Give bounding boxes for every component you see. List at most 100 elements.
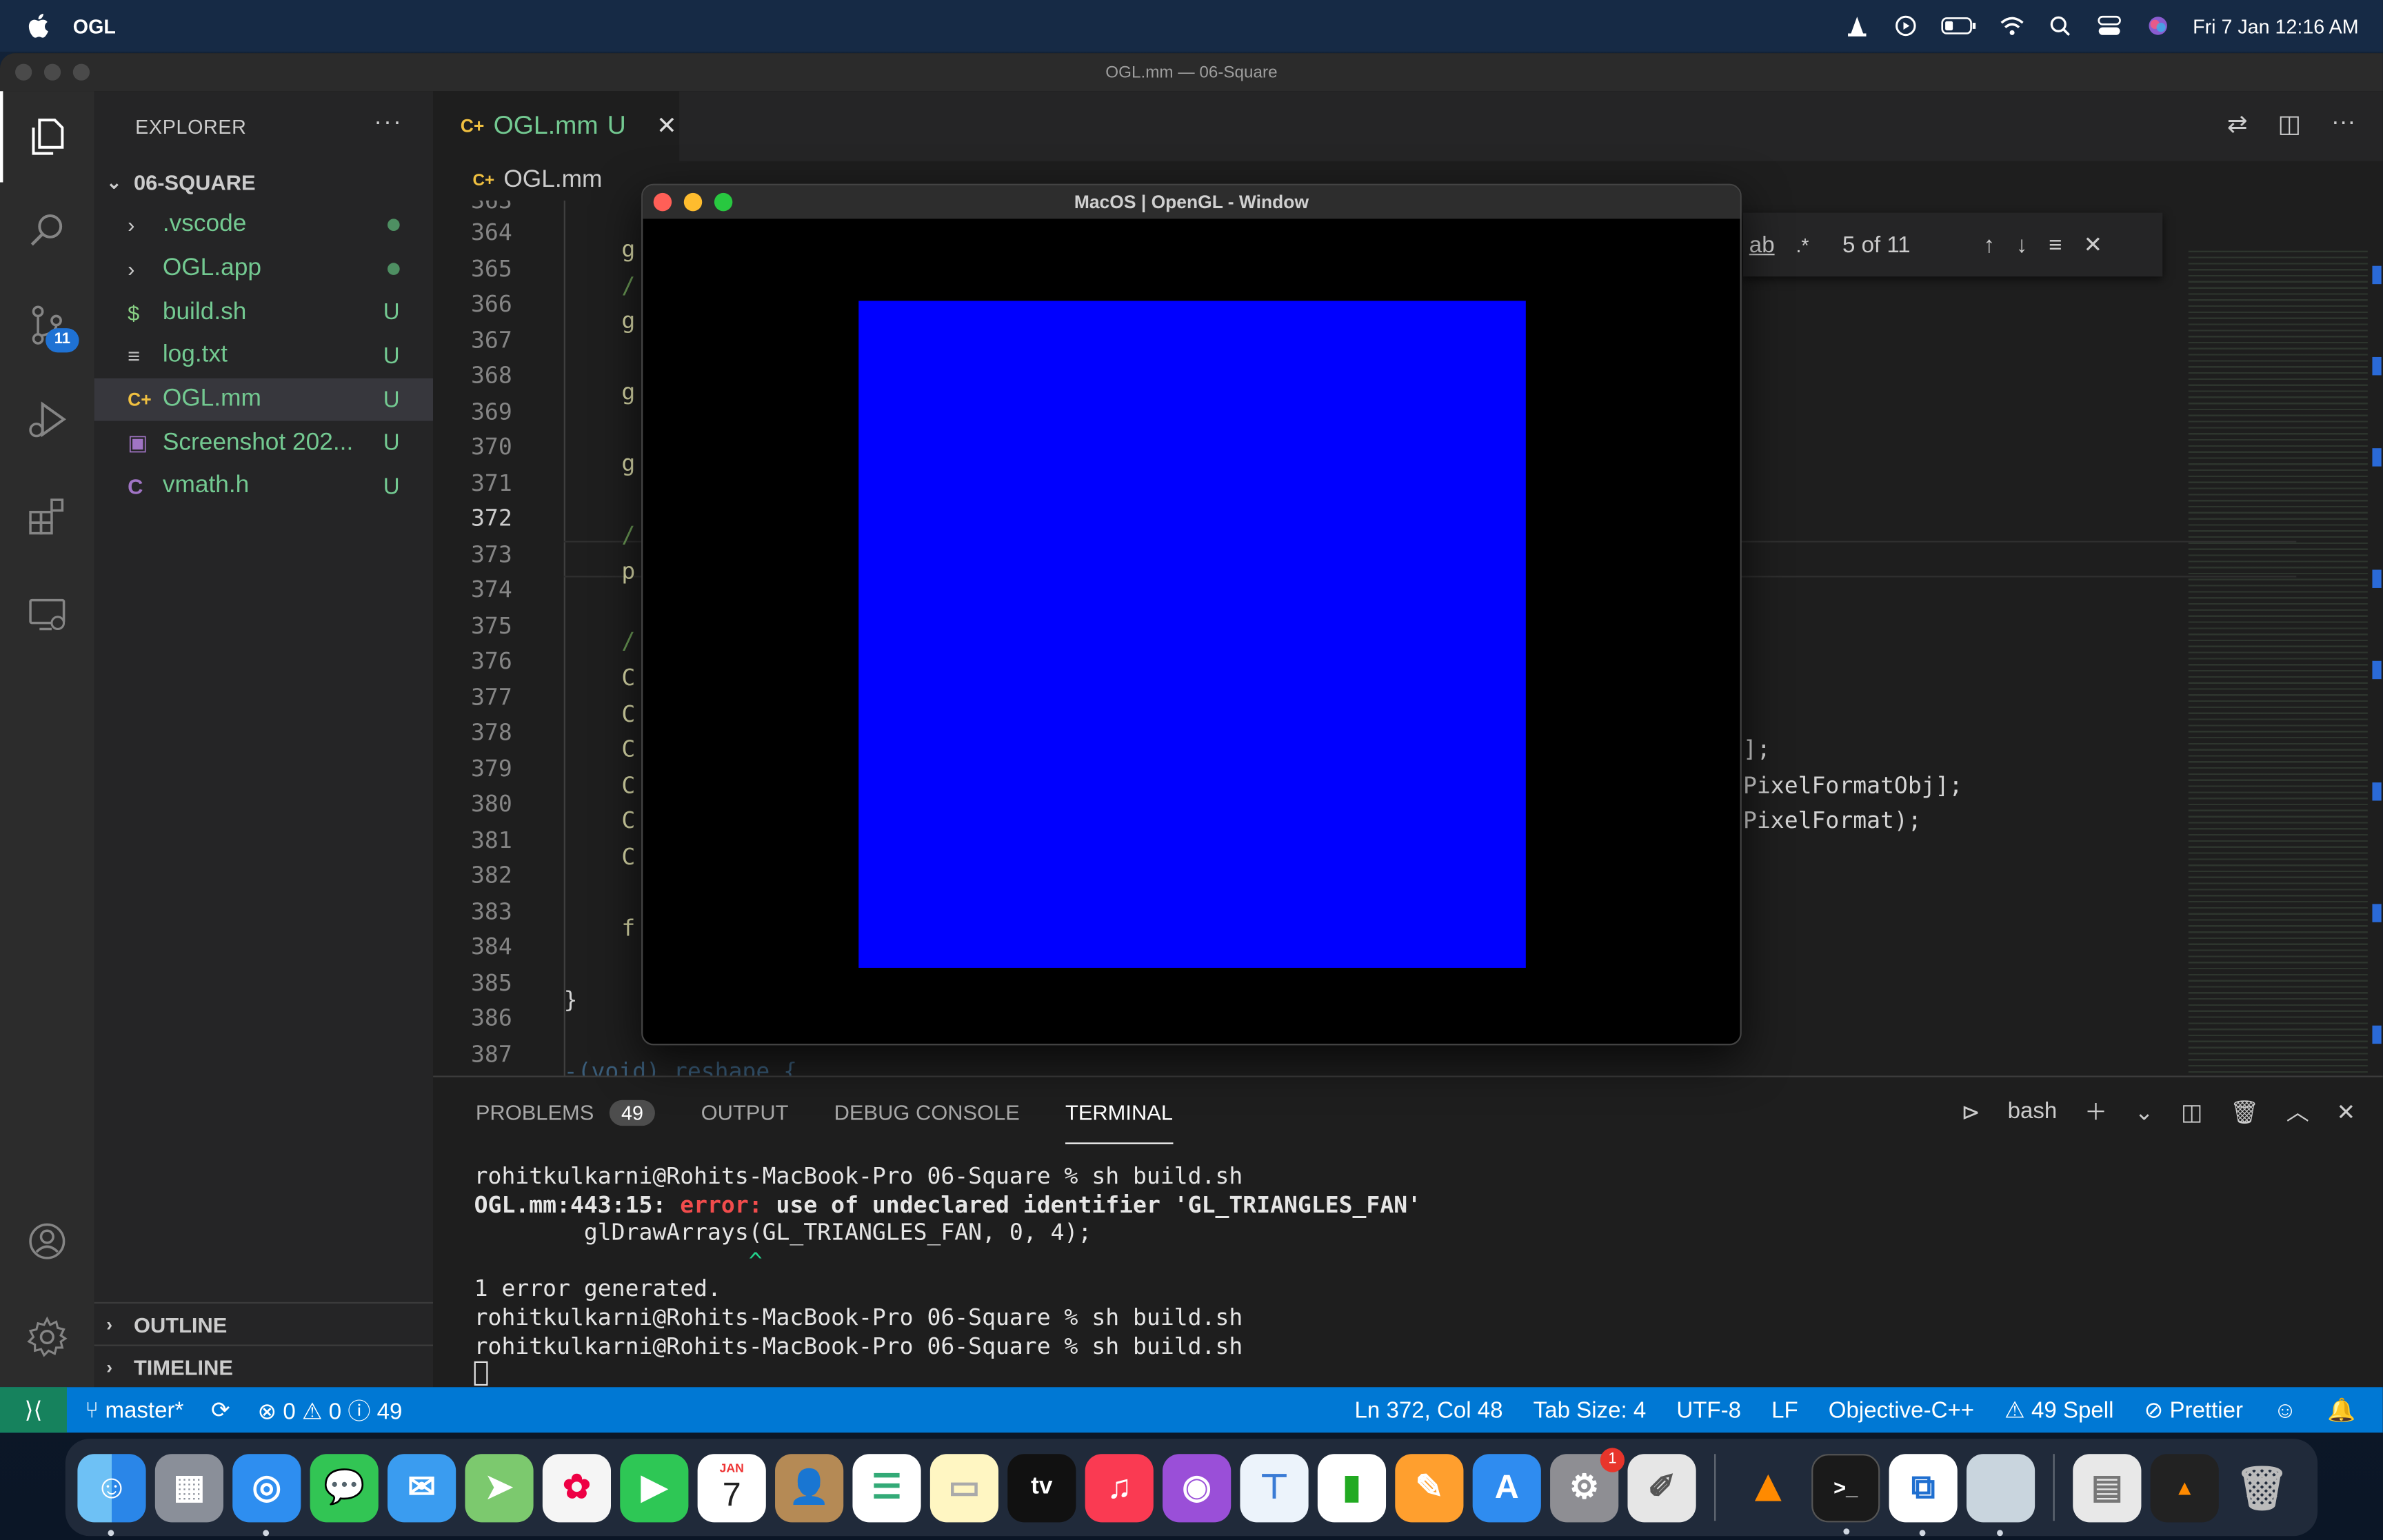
code-fragment[interactable]: PixelFormatObj]; — [1743, 772, 1962, 800]
code-fragment[interactable]: ]; — [1743, 736, 1771, 763]
find-in-selection-icon[interactable]: ≡ — [2049, 232, 2062, 257]
extensions-activity-icon[interactable] — [0, 471, 94, 562]
cursor-position[interactable]: Ln 372, Col 48 — [1355, 1397, 1503, 1423]
music-icon[interactable]: ♫ — [1085, 1453, 1154, 1522]
code-fragment[interactable]: C — [621, 807, 635, 834]
battery-icon[interactable] — [1940, 15, 1977, 37]
split-terminal-icon[interactable]: ◫ — [2181, 1097, 2202, 1125]
timeline-section[interactable]: › TIMELINE — [94, 1344, 434, 1388]
terminal-output[interactable]: rohitkulkarni@Rohits-MacBook-Pro 06-Squa… — [474, 1162, 1421, 1388]
launchpad-icon[interactable]: ▦ — [154, 1453, 223, 1522]
code-fragment[interactable]: / — [621, 627, 635, 655]
file-item-vmath-h[interactable]: C vmath.h U — [94, 465, 433, 509]
app-store-icon[interactable]: A — [1472, 1453, 1541, 1522]
wifi-icon[interactable] — [1998, 15, 2026, 37]
preview-window-icon[interactable] — [1966, 1453, 2035, 1536]
regex-toggle[interactable]: .* — [1796, 233, 1809, 256]
opengl-window-titlebar[interactable]: MacOS | OpenGL - Window — [643, 185, 1740, 219]
opengl-window[interactable]: MacOS | OpenGL - Window — [641, 183, 1742, 1046]
close-tab-icon[interactable]: ✕ — [656, 111, 677, 141]
open-changes-icon[interactable]: ⇄ — [2227, 110, 2248, 140]
branch-indicator[interactable]: ⑂ master* — [85, 1397, 183, 1423]
code-fragment[interactable]: g — [621, 378, 635, 406]
file-item-log-txt[interactable]: ≡ log.txt U — [94, 334, 433, 378]
trash-icon[interactable]: 🗑 — [2230, 1097, 2259, 1125]
reminders-icon[interactable]: ☰ — [852, 1453, 921, 1522]
file-item-screenshot[interactable]: ▣ Screenshot 202... U — [94, 421, 433, 465]
contacts-icon[interactable]: 👤 — [775, 1453, 844, 1522]
chevron-down-icon[interactable]: ⌄ — [2135, 1097, 2154, 1125]
code-fragment[interactable]: g — [621, 236, 635, 263]
language-mode[interactable]: Objective-C++ — [1829, 1397, 1974, 1423]
code-fragment[interactable]: C — [621, 843, 635, 871]
maps-icon[interactable]: ➤ — [465, 1453, 534, 1522]
podcasts-icon[interactable]: ◉ — [1163, 1453, 1231, 1522]
remote-indicator-icon[interactable]: ⟩⟨ — [0, 1387, 67, 1433]
arrow-down-icon[interactable]: ↓ — [2016, 232, 2028, 257]
search-activity-icon[interactable] — [0, 185, 94, 276]
notifications-bell-icon[interactable]: 🔔 — [2327, 1396, 2355, 1424]
play-circle-icon[interactable] — [1892, 15, 1920, 37]
code-fragment[interactable]: g — [621, 449, 635, 477]
minimize-window-button[interactable] — [683, 192, 703, 212]
code-fragment[interactable]: PixelFormat); — [1743, 807, 1922, 834]
close-window-button[interactable] — [15, 63, 32, 81]
minimize-window-button[interactable] — [43, 63, 61, 81]
calendar-icon[interactable]: JAN 7 — [697, 1453, 766, 1522]
mail-icon[interactable]: ✉ — [388, 1453, 456, 1522]
menubar-clock[interactable]: Fri 7 Jan 12:16 AM — [2193, 14, 2359, 37]
remote-explorer-activity-icon[interactable] — [0, 568, 94, 659]
facetime-icon[interactable]: ▶ — [620, 1453, 689, 1522]
textedit-icon[interactable]: ✐ — [1627, 1453, 1696, 1522]
outline-section[interactable]: › OUTLINE — [94, 1301, 434, 1345]
file-item-ogl-mm[interactable]: C+ OGL.mm U — [94, 378, 434, 422]
code-fragment[interactable]: C — [621, 736, 635, 763]
tab-terminal[interactable]: TERMINAL — [1065, 1100, 1174, 1144]
spotlight-search-icon[interactable] — [2047, 15, 2075, 37]
minimized-window-icon[interactable]: ▲ — [2150, 1453, 2219, 1522]
close-icon[interactable]: ✕ — [2083, 231, 2102, 258]
tab-output[interactable]: OUTPUT — [701, 1100, 789, 1124]
code-fragment[interactable]: } — [564, 986, 578, 1013]
encoding[interactable]: UTF-8 — [1676, 1397, 1741, 1423]
safari-icon[interactable]: ◎ — [232, 1453, 301, 1536]
keynote-icon[interactable]: ⊤ — [1240, 1453, 1309, 1522]
accounts-icon[interactable] — [0, 1196, 94, 1287]
run-debug-activity-icon[interactable] — [0, 374, 94, 465]
tab-ogl-mm[interactable]: C+ OGL.mm U ✕ — [433, 91, 680, 161]
workspace-folder[interactable]: ⌄ 06-SQUARE — [94, 161, 433, 204]
vscode-app-icon[interactable]: ⧉ — [1889, 1453, 1958, 1536]
code-fragment[interactable]: C — [621, 772, 635, 800]
finder-icon[interactable]: ☺ — [77, 1453, 146, 1536]
more-actions-icon[interactable]: ··· — [2331, 110, 2355, 140]
vlc-icon[interactable]: ▲ — [1734, 1453, 1802, 1521]
match-whole-word-toggle[interactable]: ab — [1749, 232, 1775, 257]
spell-check-indicator[interactable]: ⚠ 49 Spell — [2004, 1396, 2113, 1424]
file-item-ogl-app[interactable]: › OGL.app — [94, 247, 433, 291]
code-fragment[interactable]: C — [621, 700, 635, 728]
file-item-build-sh[interactable]: $ build.sh U — [94, 291, 433, 334]
prettier-indicator[interactable]: ⊘ Prettier — [2144, 1396, 2244, 1424]
code-fragment[interactable]: / — [621, 521, 635, 549]
scrollbar-markers[interactable] — [2372, 265, 2382, 1086]
control-center-icon[interactable] — [2095, 15, 2123, 37]
tab-debug-console[interactable]: DEBUG CONSOLE — [834, 1100, 1020, 1124]
sync-icon[interactable]: ⟳ — [211, 1396, 230, 1424]
active-app-name[interactable]: OGL — [73, 14, 116, 37]
downloads-stack-icon[interactable]: ▤ — [2073, 1453, 2142, 1522]
code-fragment[interactable]: p — [621, 558, 635, 585]
tab-problems[interactable]: PROBLEMS 49 — [476, 1099, 656, 1126]
zoom-window-button[interactable] — [714, 192, 733, 212]
feedback-icon[interactable]: ☺ — [2273, 1397, 2297, 1423]
siri-icon[interactable] — [2144, 15, 2172, 37]
apple-tv-icon[interactable]: tv — [1007, 1453, 1076, 1522]
code-fragment[interactable]: C — [621, 664, 635, 691]
split-editor-icon[interactable]: ◫ — [2278, 110, 2301, 140]
numbers-icon[interactable]: ▮ — [1317, 1453, 1387, 1522]
zoom-window-button[interactable] — [72, 63, 90, 81]
problems-indicator[interactable]: ⊗ 0 ⚠ 0 ⓘ 49 — [257, 1394, 402, 1426]
notes-icon[interactable]: ▭ — [929, 1453, 999, 1522]
vlc-cone-icon[interactable] — [1843, 15, 1871, 37]
file-item-vscode[interactable]: › .vscode — [94, 203, 433, 247]
pages-icon[interactable]: ✎ — [1395, 1453, 1464, 1522]
